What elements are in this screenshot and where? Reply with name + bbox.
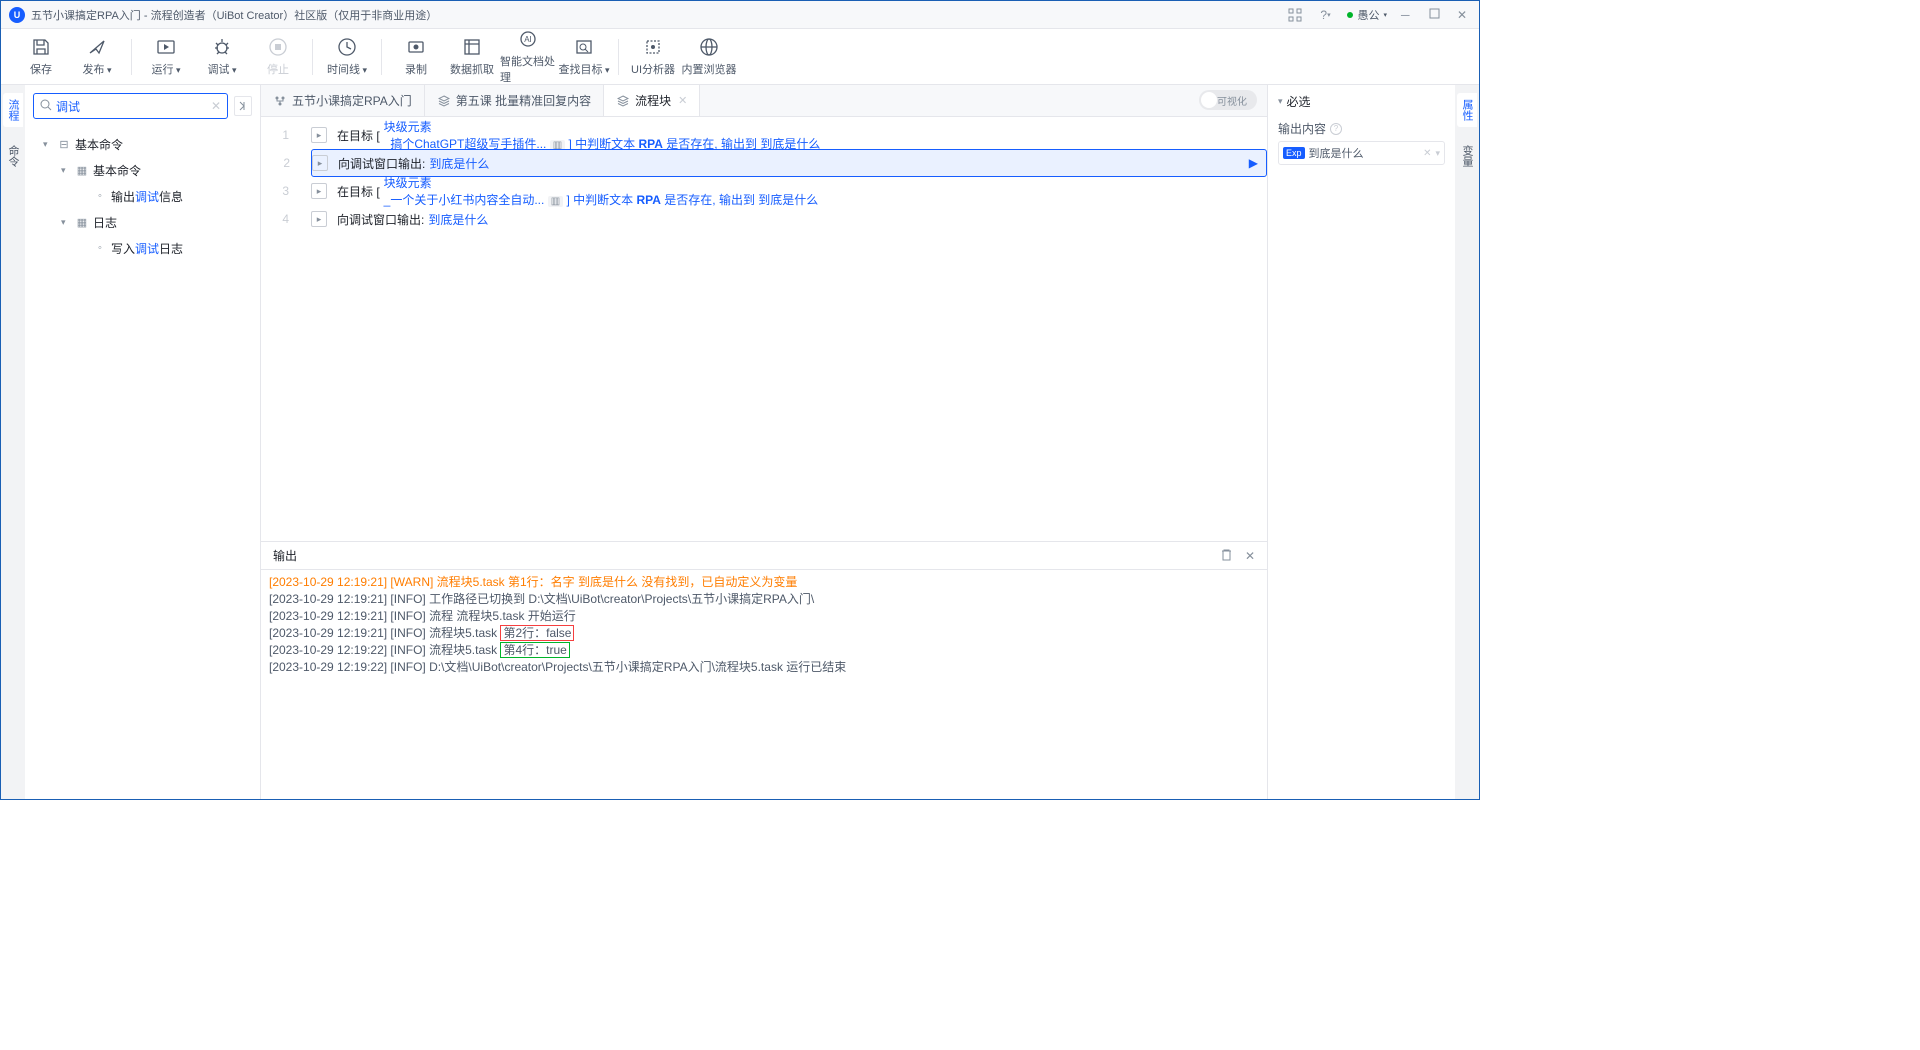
flow-icon xyxy=(273,94,287,108)
ui-analyzer-icon xyxy=(643,37,663,57)
log-line: [2023-10-29 12:19:21] [INFO] 流程块5.task 第… xyxy=(269,625,1259,642)
tab-流程块[interactable]: 流程块✕ xyxy=(604,85,700,116)
titlebar: U 五节小课搞定RPA入门 - 流程创造者（UiBot Creator）社区版（… xyxy=(1,1,1479,29)
user-menu[interactable]: 愚公▾ xyxy=(1347,7,1387,23)
left-vertical-tabs: 流程命令 xyxy=(1,85,25,799)
code-line-1[interactable]: 1▸在目标 [块级元素_搞个ChatGPT超级写手插件... ▥ ] 中判断文本… xyxy=(261,121,1267,149)
log-line: [2023-10-29 12:19:21] [INFO] 工作路径已切换到 D:… xyxy=(269,591,1259,608)
editor-area: 五节小课搞定RPA入门第五课 批量精准回复内容流程块✕ 可视化 1▸在目标 [块级… xyxy=(261,85,1267,799)
stop-button: 停止 xyxy=(250,31,306,83)
step-icon: ▸ xyxy=(311,183,327,199)
scrape-icon xyxy=(462,37,482,57)
close-output-icon[interactable]: ✕ xyxy=(1245,549,1255,563)
help-icon[interactable]: ?▾ xyxy=(1317,7,1333,23)
publish-icon xyxy=(87,37,107,57)
tree-item[interactable]: ▾▦日志 xyxy=(25,209,260,235)
tab-第五课 批量精准回复内容[interactable]: 第五课 批量精准回复内容 xyxy=(425,85,604,116)
expression-badge: Exp xyxy=(1283,147,1305,159)
run-button[interactable]: 运行 xyxy=(138,31,194,83)
window-title: 五节小课搞定RPA入门 - 流程创造者（UiBot Creator）社区版（仅用… xyxy=(31,7,1287,23)
search-icon xyxy=(40,99,52,114)
search-input[interactable] xyxy=(56,99,211,113)
run-icon xyxy=(156,37,176,57)
code-area[interactable]: 1▸在目标 [块级元素_搞个ChatGPT超级写手插件... ▥ ] 中判断文本… xyxy=(261,117,1267,541)
maximize-icon[interactable] xyxy=(1429,8,1443,22)
command-panel: ✕ ▾⊟基本命令▾▦基本命令◦输出调试信息▾▦日志◦写入调试日志 xyxy=(25,85,261,799)
output-panel: 输出 ✕ [2023-10-29 12:19:21] [WARN] 流程块5.t… xyxy=(261,541,1267,799)
tree-item[interactable]: ▾▦基本命令 xyxy=(25,157,260,183)
code-line-4[interactable]: 4▸向调试窗口输出: 到底是什么 xyxy=(261,205,1267,233)
clear-output-icon[interactable] xyxy=(1220,548,1233,564)
command-tree: ▾⊟基本命令▾▦基本命令◦输出调试信息▾▦日志◦写入调试日志 xyxy=(25,127,260,799)
output-content-field[interactable]: Exp 到底是什么 ✕ ▾ xyxy=(1278,141,1445,165)
close-tab-icon[interactable]: ✕ xyxy=(678,94,687,107)
editor-tabs: 五节小课搞定RPA入门第五课 批量精准回复内容流程块✕ 可视化 xyxy=(261,85,1267,117)
step-icon: ▸ xyxy=(312,155,328,171)
record-icon xyxy=(406,37,426,57)
output-body[interactable]: [2023-10-29 12:19:21] [WARN] 流程块5.task 第… xyxy=(261,570,1267,799)
publish-button[interactable]: 发布 xyxy=(69,31,125,83)
code-line-3[interactable]: 3▸在目标 [块级元素_一个关于小红书内容全自动... ▥ ] 中判断文本 RP… xyxy=(261,177,1267,205)
log-line: [2023-10-29 12:19:21] [WARN] 流程块5.task 第… xyxy=(269,574,1259,591)
info-icon[interactable]: ? xyxy=(1330,123,1342,135)
left-tab-1[interactable]: 命令 xyxy=(3,139,23,173)
code-line-2[interactable]: 2▸向调试窗口输出: 到底是什么▶ xyxy=(311,149,1267,177)
tab-五节小课搞定RPA入门[interactable]: 五节小课搞定RPA入门 xyxy=(261,85,425,116)
record-button[interactable]: 录制 xyxy=(388,31,444,83)
minimize-icon[interactable]: ─ xyxy=(1401,8,1415,22)
browser-icon xyxy=(699,37,719,57)
clear-search-icon[interactable]: ✕ xyxy=(211,99,221,113)
debug-button[interactable]: 调试 xyxy=(194,31,250,83)
timeline-icon xyxy=(337,37,357,57)
find-button[interactable]: 查找目标 xyxy=(556,31,612,83)
play-line-icon[interactable]: ▶ xyxy=(1249,156,1258,170)
debug-icon xyxy=(212,37,232,57)
timeline-button[interactable]: 时间线 xyxy=(319,31,375,83)
left-tab-0[interactable]: 流程 xyxy=(3,93,23,127)
save-icon xyxy=(31,37,51,57)
stack-icon xyxy=(437,94,451,108)
save-button[interactable]: 保存 xyxy=(13,31,69,83)
clear-value-icon[interactable]: ✕ xyxy=(1423,148,1431,159)
apps-icon[interactable] xyxy=(1287,7,1303,23)
right-tab-1[interactable]: 变量 xyxy=(1457,139,1477,173)
close-icon[interactable]: ✕ xyxy=(1457,8,1471,22)
step-icon: ▸ xyxy=(311,211,327,227)
toolbar: 保存发布运行调试停止时间线录制数据抓取AI智能文档处理查找目标UI分析器内置浏览… xyxy=(1,29,1479,85)
right-vertical-tabs: 属性变量 xyxy=(1455,85,1479,799)
tree-item[interactable]: ▾⊟基本命令 xyxy=(25,131,260,157)
right-tab-0[interactable]: 属性 xyxy=(1457,93,1477,127)
browser-button[interactable]: 内置浏览器 xyxy=(681,31,737,83)
properties-panel: 必选 输出内容 ? Exp 到底是什么 ✕ ▾ 属性变量 xyxy=(1267,85,1479,799)
svg-text:AI: AI xyxy=(524,35,532,44)
find-icon xyxy=(574,37,594,57)
log-line: [2023-10-29 12:19:22] [INFO] D:\文档\UiBot… xyxy=(269,659,1259,676)
step-icon: ▸ xyxy=(311,127,327,143)
main: 流程命令 ✕ ▾⊟基本命令▾▦基本命令◦输出调试信息▾▦日志◦写入调试日志 五节… xyxy=(1,85,1479,799)
collapse-panel-icon[interactable] xyxy=(234,96,252,116)
app-logo-icon: U xyxy=(9,7,25,23)
tree-item[interactable]: ◦输出调试信息 xyxy=(25,183,260,209)
block-icon xyxy=(616,94,630,108)
scrape-button[interactable]: 数据抓取 xyxy=(444,31,500,83)
doc-icon: AI xyxy=(518,29,538,49)
field-label: 输出内容 ? xyxy=(1278,120,1445,137)
tree-item[interactable]: ◦写入调试日志 xyxy=(25,235,260,261)
properties-section-title[interactable]: 必选 xyxy=(1278,93,1445,110)
stop-icon xyxy=(268,37,288,57)
search-input-wrapper[interactable]: ✕ xyxy=(33,93,228,119)
visualize-toggle[interactable]: 可视化 xyxy=(1199,90,1257,110)
log-line: [2023-10-29 12:19:21] [INFO] 流程 流程块5.tas… xyxy=(269,608,1259,625)
log-line: [2023-10-29 12:19:22] [INFO] 流程块5.task 第… xyxy=(269,642,1259,659)
ui-analyzer-button[interactable]: UI分析器 xyxy=(625,31,681,83)
dropdown-icon[interactable]: ▾ xyxy=(1435,148,1440,159)
output-title: 输出 xyxy=(273,547,297,564)
doc-button[interactable]: AI智能文档处理 xyxy=(500,31,556,83)
